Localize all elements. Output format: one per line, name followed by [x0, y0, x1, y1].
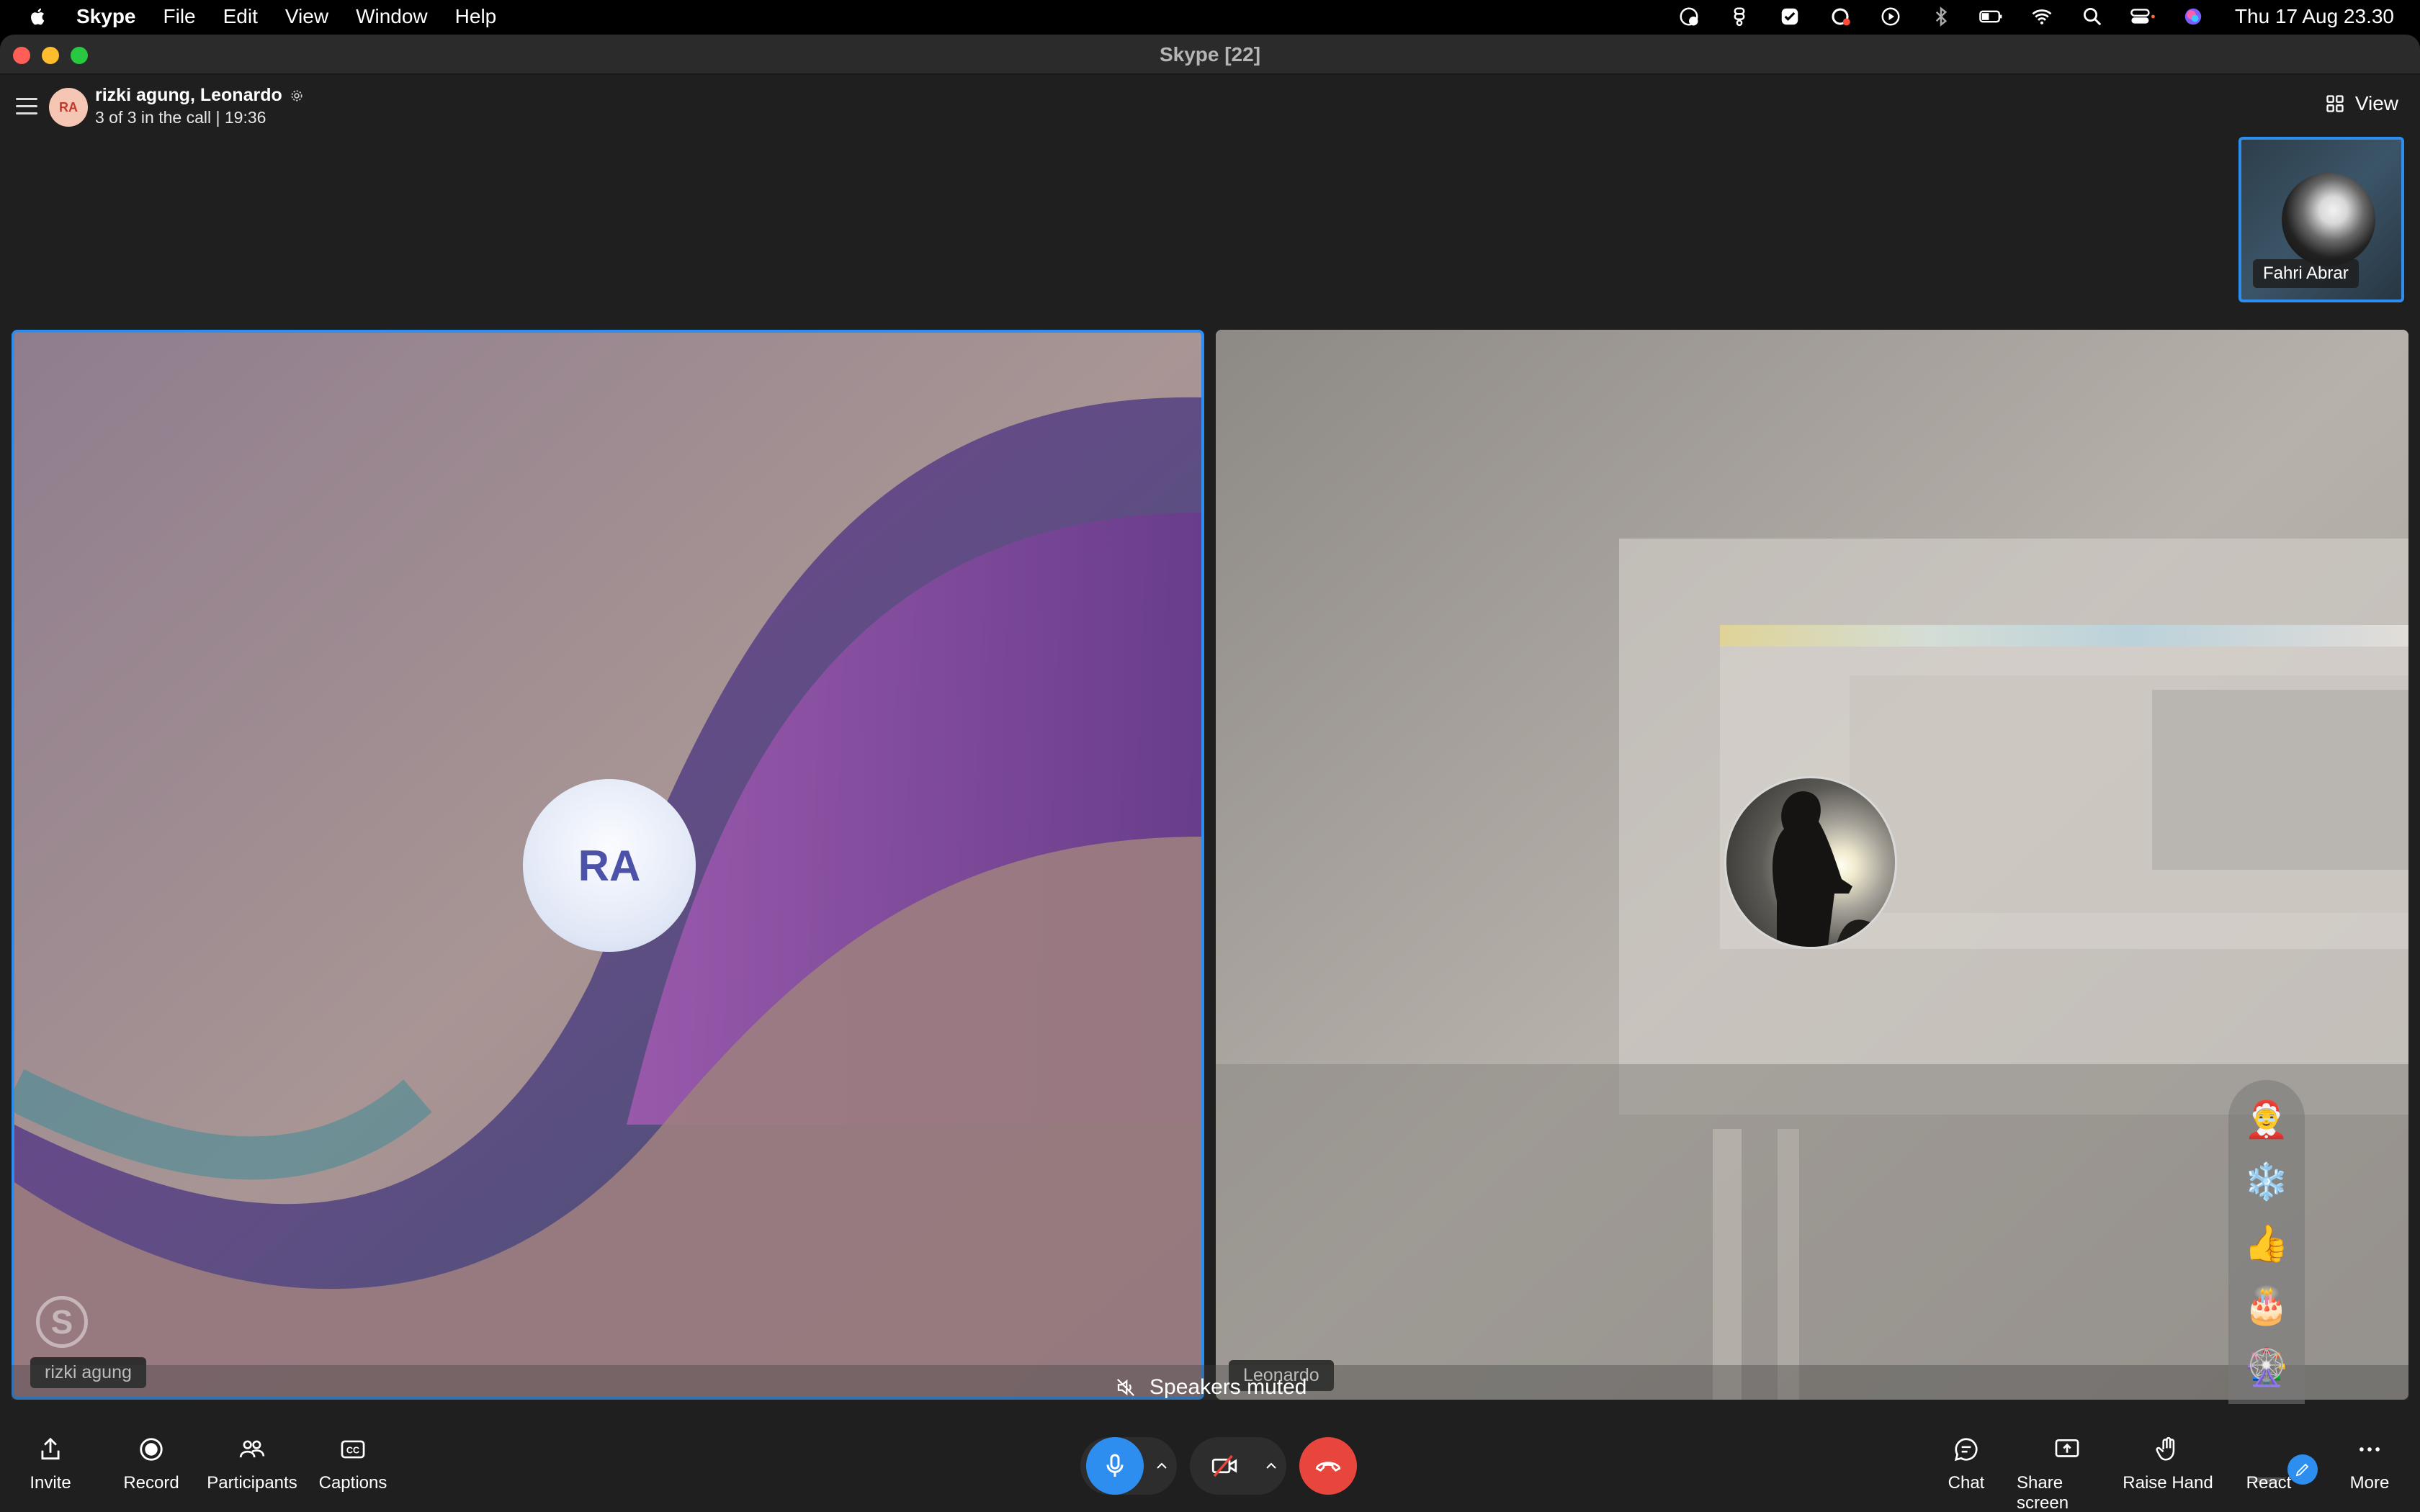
tasks-check-icon[interactable] [1777, 6, 1803, 27]
reaction-cake[interactable]: 🎂 [2243, 1282, 2290, 1329]
speakers-muted-text: Speakers muted [1150, 1375, 1307, 1399]
skype-logo-icon: S [36, 1296, 88, 1348]
raise-hand-icon [2156, 1436, 2175, 1461]
mic-button[interactable] [1086, 1437, 1144, 1495]
chat-label: Chat [1948, 1473, 1985, 1493]
speakers-muted-status: Speakers muted [1115, 1375, 1307, 1400]
view-button[interactable]: View [2325, 92, 2398, 115]
view-label: View [2354, 92, 2398, 114]
bluetooth-icon[interactable] [1928, 6, 1954, 27]
hang-up-icon [1315, 1462, 1341, 1472]
search-icon[interactable] [2079, 6, 2105, 27]
chat-bubble-icon [1954, 1438, 1978, 1462]
menu-view[interactable]: View [285, 5, 328, 28]
call-status: 3 of 3 in the call | 19:36 [95, 108, 266, 127]
reaction-thumbs-up[interactable]: 👍 [2243, 1220, 2290, 1267]
call-controls [1080, 1437, 1357, 1495]
reaction-ferris-wheel[interactable]: 🎡 [2243, 1344, 2290, 1391]
react-label: React [2246, 1473, 2292, 1493]
title-bar: Skype [22] [0, 35, 2420, 75]
call-name-text: rizki agung, Leonardo [95, 85, 282, 105]
call-name[interactable]: rizki agung, Leonardo [95, 85, 304, 106]
menu-clock[interactable]: Thu 17 Aug 23.30 [2235, 5, 2394, 28]
video-button[interactable] [1196, 1437, 1253, 1495]
speaker-muted-icon [1116, 1378, 1135, 1397]
menu-bar: Skype File Edit View Window Help Thu 17 … [0, 0, 2420, 33]
creative-cloud-icon[interactable] [1827, 6, 1853, 27]
captions-button[interactable]: CC Captions [302, 1436, 403, 1493]
record-button[interactable]: Record [101, 1436, 202, 1493]
record-label: Record [123, 1473, 179, 1493]
call-toolbar: Invite Record Participants CC Captions C… [0, 1404, 2420, 1512]
play-icon[interactable] [1878, 6, 1904, 27]
wifi-icon[interactable] [2029, 6, 2055, 27]
video-off-icon [1211, 1454, 1237, 1477]
menu-app-skype[interactable]: Skype [76, 5, 136, 28]
silhouette-photo [1773, 791, 1895, 947]
menu-window[interactable]: Window [356, 5, 428, 28]
raise-hand-button[interactable]: Raise Hand [2118, 1436, 2218, 1493]
people-icon [239, 1440, 265, 1458]
self-name-label: Fahri Abrar [2253, 259, 2359, 288]
settings-gear-icon[interactable] [290, 89, 304, 103]
figma-icon[interactable] [1726, 6, 1752, 27]
participant-avatar-ra: RA [523, 779, 696, 952]
avatar[interactable]: RA [49, 88, 88, 127]
menu-edit[interactable]: Edit [223, 5, 258, 28]
captions-label: Captions [318, 1473, 387, 1493]
invite-button[interactable]: Invite [0, 1436, 101, 1493]
participant-avatar-leonardo [1724, 776, 1897, 949]
apple-icon[interactable] [27, 6, 49, 27]
invite-label: Invite [30, 1473, 71, 1493]
hamburger-menu-icon[interactable] [16, 98, 37, 115]
participants-button[interactable]: Participants [202, 1436, 302, 1493]
reaction-snowflake[interactable]: ❄️ [2243, 1158, 2290, 1205]
more-button[interactable]: More [2319, 1436, 2420, 1493]
siri-icon[interactable] [2180, 6, 2206, 27]
edit-pencil-icon[interactable] [2287, 1454, 2318, 1485]
chevron-up-icon[interactable] [1262, 1457, 1281, 1475]
menu-help[interactable]: Help [455, 5, 497, 28]
battery-icon[interactable] [1978, 6, 2004, 27]
svg-text:CC: CC [346, 1446, 359, 1456]
closed-captions-icon: CC [341, 1440, 365, 1459]
raise-hand-label: Raise Hand [2123, 1473, 2213, 1493]
self-video-photo [2282, 173, 2375, 266]
participants-label: Participants [207, 1473, 297, 1493]
more-label: More [2349, 1473, 2390, 1493]
microphone-icon [1106, 1454, 1124, 1477]
share-screen-icon [2055, 1439, 2079, 1457]
more-dots-icon [2360, 1447, 2380, 1452]
call-header: RA rizki agung, Leonardo 3 of 3 in the c… [0, 76, 2420, 134]
skype-status-icon[interactable] [1676, 6, 1702, 27]
end-call-button[interactable] [1299, 1437, 1357, 1495]
self-video-preview[interactable]: Fahri Abrar [2238, 137, 2404, 302]
control-center-icon[interactable] [2130, 6, 2156, 27]
reaction-santa[interactable]: 🤶 [2243, 1096, 2290, 1143]
record-icon [140, 1438, 163, 1461]
video-control-group [1190, 1437, 1286, 1495]
share-screen-button[interactable]: Share screen [2017, 1436, 2118, 1512]
share-upload-icon [41, 1437, 60, 1460]
chevron-up-icon[interactable] [1152, 1457, 1171, 1475]
menu-file[interactable]: File [163, 5, 196, 28]
react-emoji-icon [2255, 1436, 2282, 1463]
grid-view-icon [2326, 95, 2344, 112]
chat-button[interactable]: Chat [1916, 1436, 2017, 1493]
mic-control-group [1080, 1437, 1177, 1495]
window-title: Skype [22] [1159, 43, 1261, 66]
share-screen-label: Share screen [2017, 1473, 2069, 1512]
participant-tile-rizki[interactable]: RA S rizki agung [12, 330, 1204, 1400]
